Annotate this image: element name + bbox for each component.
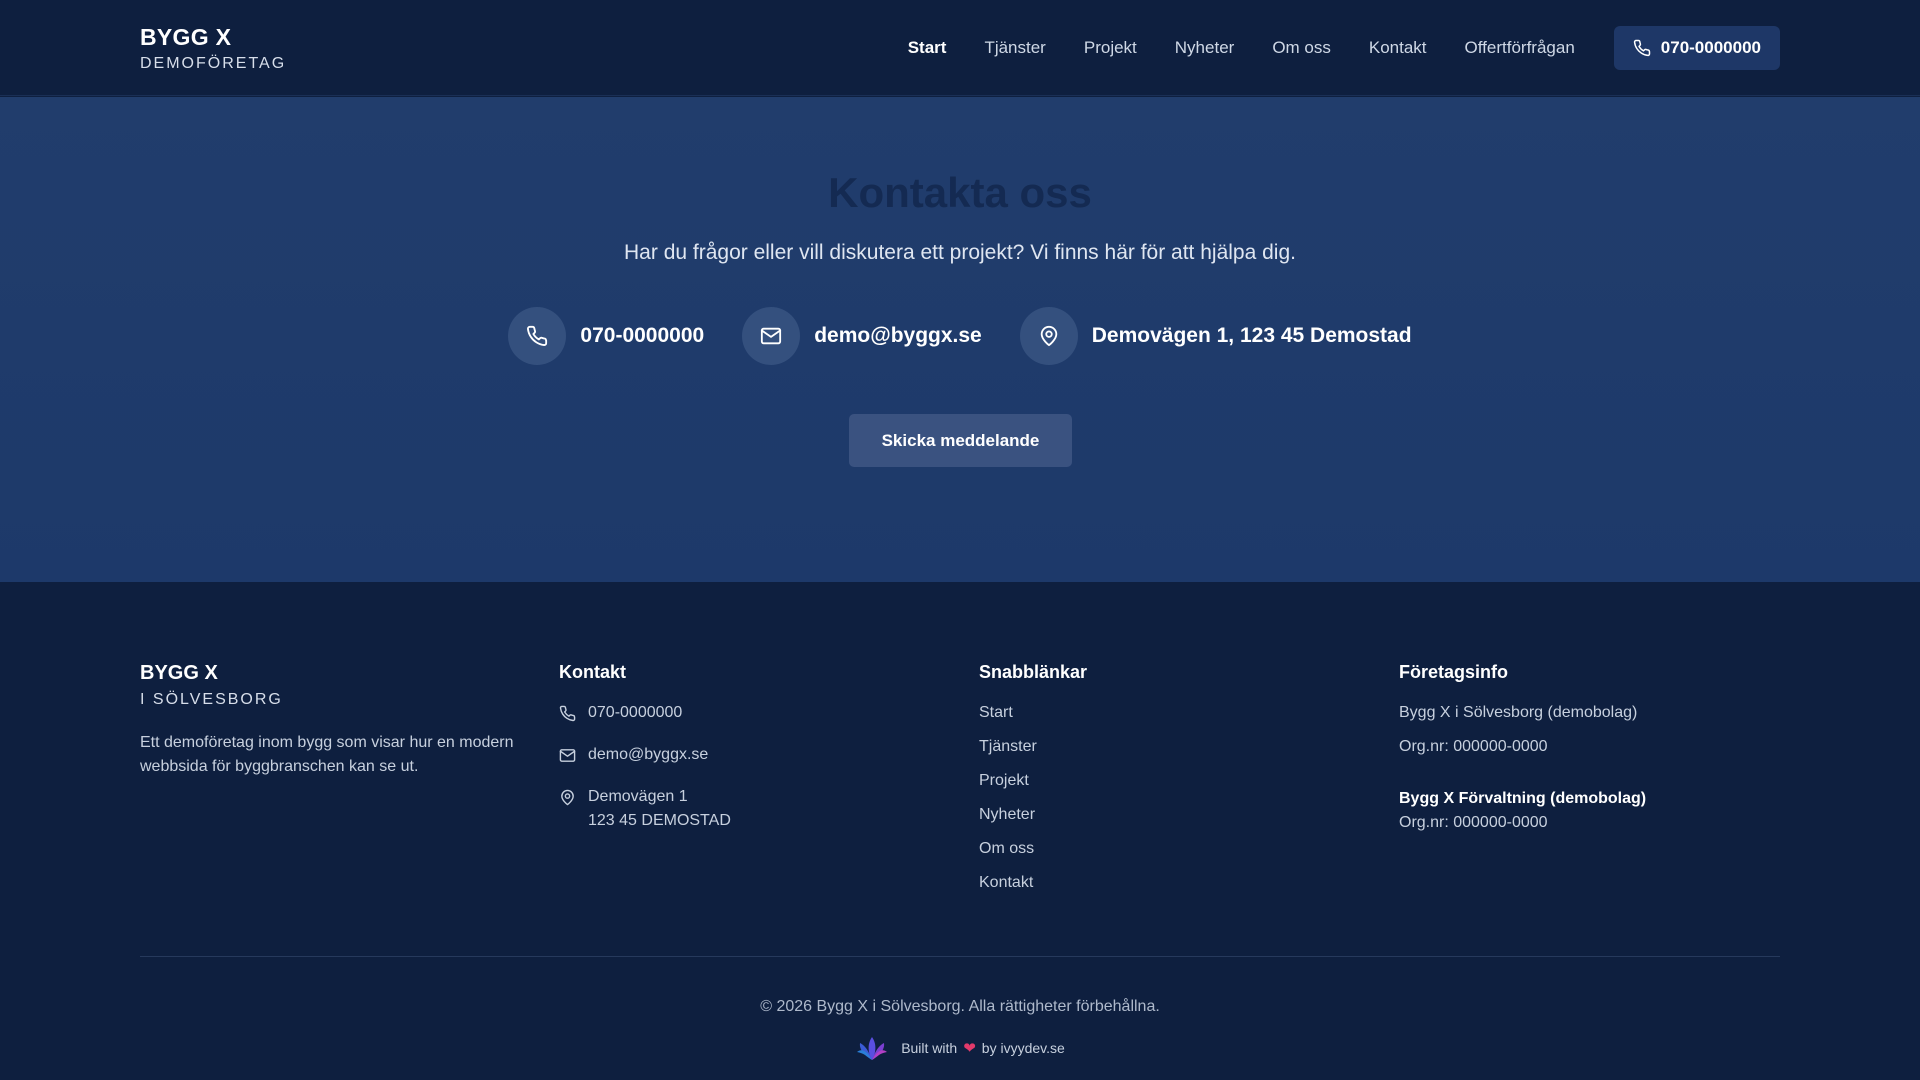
nav-kontakt[interactable]: Kontakt xyxy=(1369,38,1427,58)
site-header: BYGG X DEMOFÖRETAG Start Tjänster Projek… xyxy=(0,0,1920,96)
footer-link-kontakt[interactable]: Kontakt xyxy=(979,871,1087,895)
page-title: Kontakta oss xyxy=(828,169,1092,216)
footer-divider xyxy=(140,956,1780,957)
map-pin-icon xyxy=(1040,325,1057,347)
header-phone-label: 070-0000000 xyxy=(1660,38,1761,57)
footer-link-om-oss[interactable]: Om oss xyxy=(979,837,1087,861)
contact-section: Kontakta oss Har du frågor eller vill di… xyxy=(0,97,1920,582)
footer-address: Demovägen 1 123 45 DEMOSTAD xyxy=(559,785,731,833)
brand-subtitle: DEMOFÖRETAG xyxy=(140,55,287,72)
footer-phone-text: 070-0000000 xyxy=(588,704,683,721)
contact-address[interactable]: Demovägen 1, 123 45 Demostad xyxy=(1019,307,1412,365)
brand-title: BYGG X xyxy=(140,24,232,50)
mail-icon-circle xyxy=(742,307,801,365)
map-pin-icon xyxy=(561,789,574,806)
header-phone-button[interactable]: 070-0000000 xyxy=(1613,26,1780,70)
page-subtitle: Har du frågor eller vill diskutera ett p… xyxy=(624,241,1296,264)
company2-name: Bygg X Förvaltning (demobolag) xyxy=(1399,790,1647,807)
copyright-text: © 2026 Bygg X i Sölvesborg. Alla rättigh… xyxy=(760,998,1160,1015)
built-with-prefix: Built with xyxy=(901,1040,958,1056)
built-with-suffix: by ivyydev.se xyxy=(981,1040,1065,1056)
contact-email[interactable]: demo@byggx.se xyxy=(742,307,982,365)
phone-icon xyxy=(559,705,576,722)
phone-icon xyxy=(527,325,548,346)
nav-projekt[interactable]: Projekt xyxy=(1084,38,1137,58)
footer-brand-column: BYGG X I SÖLVESBORG Ett demoföretag inom… xyxy=(140,662,520,779)
contact-phone[interactable]: 070-0000000 xyxy=(508,307,704,365)
contact-address-text: Demovägen 1, 123 45 Demostad xyxy=(1091,324,1412,347)
footer-description: Ett demoföretag inom bygg som visar hur … xyxy=(140,734,514,775)
footer-contact-column: Kontakt 070-0000000 demo@byggx.se Demovä… xyxy=(559,662,731,833)
contact-email-text: demo@byggx.se xyxy=(814,324,982,347)
footer-info-heading: Företagsinfo xyxy=(1399,662,1509,682)
phone-icon xyxy=(1633,39,1651,57)
footer-email[interactable]: demo@byggx.se xyxy=(559,743,731,767)
mail-icon xyxy=(761,327,782,345)
built-with-credit[interactable]: Built with ❤ by ivyydev.se xyxy=(0,1034,1920,1062)
footer-address-text: Demovägen 1 123 45 DEMOSTAD xyxy=(588,785,731,833)
footer-brand-title: BYGG X xyxy=(140,662,218,684)
footer-phone[interactable]: 070-0000000 xyxy=(559,701,731,725)
footer-link-nyheter[interactable]: Nyheter xyxy=(979,803,1087,827)
nav-start[interactable]: Start xyxy=(908,38,947,58)
site-footer: BYGG X I SÖLVESBORG Ett demoföretag inom… xyxy=(0,582,1920,1080)
footer-link-tjanster[interactable]: Tjänster xyxy=(979,735,1087,759)
footer-address-line2: 123 45 DEMOSTAD xyxy=(588,812,731,829)
send-message-button[interactable]: Skicka meddelande xyxy=(849,414,1072,467)
footer-links-column: Snabblänkar Start Tjänster Projekt Nyhet… xyxy=(979,662,1087,895)
mail-icon xyxy=(559,749,576,762)
company1-org: Org.nr: 000000-0000 xyxy=(1399,738,1548,755)
nav-offertforfragan[interactable]: Offertförfrågan xyxy=(1465,38,1575,58)
ivyydev-logo-icon xyxy=(857,1037,888,1060)
footer-link-start[interactable]: Start xyxy=(979,701,1087,725)
footer-address-line1: Demovägen 1 xyxy=(588,788,688,805)
heart-icon: ❤ xyxy=(963,1040,976,1057)
footer-email-text: demo@byggx.se xyxy=(588,746,709,763)
main-nav: Start Tjänster Projekt Nyheter Om oss Ko… xyxy=(870,0,1780,96)
footer-links-heading: Snabblänkar xyxy=(979,662,1088,682)
contact-phone-text: 070-0000000 xyxy=(580,324,705,347)
brand-logo[interactable]: BYGG X DEMOFÖRETAG xyxy=(140,24,286,73)
map-pin-icon-circle xyxy=(1019,307,1078,365)
company2-org: Org.nr: 000000-0000 xyxy=(1399,814,1548,831)
footer-info-column: Företagsinfo Bygg X i Sölvesborg (demobo… xyxy=(1399,662,1646,835)
contact-info-row: 070-0000000 demo@byggx.se Demovägen 1, 1… xyxy=(0,307,1920,365)
nav-nyheter[interactable]: Nyheter xyxy=(1175,38,1235,58)
nav-tjanster[interactable]: Tjänster xyxy=(984,38,1045,58)
footer-link-projekt[interactable]: Projekt xyxy=(979,769,1087,793)
footer-contact-heading: Kontakt xyxy=(559,662,626,682)
footer-brand-subtitle: I SÖLVESBORG xyxy=(140,691,283,708)
nav-om-oss[interactable]: Om oss xyxy=(1272,38,1331,58)
phone-icon-circle xyxy=(508,307,567,365)
company1-name: Bygg X i Sölvesborg (demobolag) xyxy=(1399,704,1638,721)
